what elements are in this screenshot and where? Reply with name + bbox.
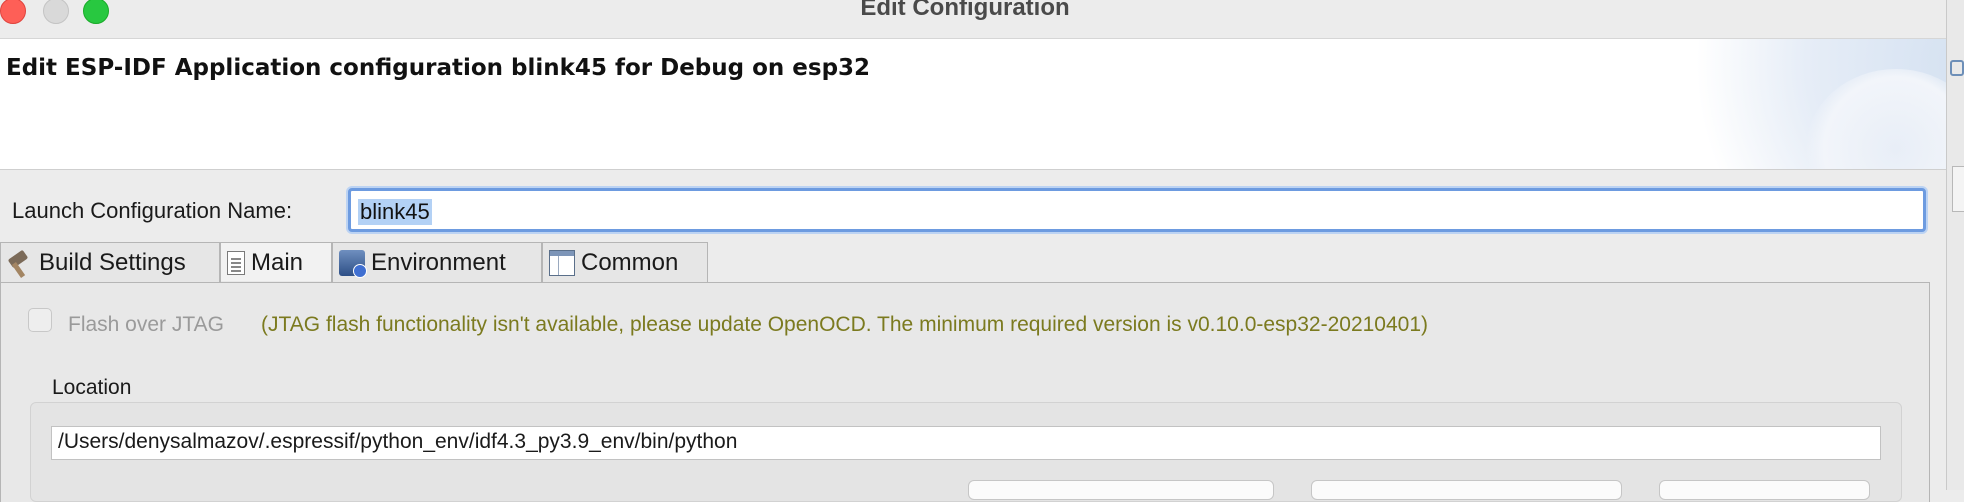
configuration-name-value: blink45 (358, 199, 432, 225)
jtag-warning-message: (JTAG flash functionality isn't availabl… (261, 313, 1429, 336)
tab-common-label: Common (581, 248, 679, 276)
tab-build-settings[interactable]: Build Settings (0, 242, 220, 282)
flash-over-jtag-label: Flash over JTAG (68, 313, 224, 336)
tab-common[interactable]: Common (542, 242, 708, 282)
environment-icon (339, 249, 367, 278)
tab-environment-label: Environment (371, 248, 506, 276)
page-icon (227, 250, 245, 275)
configuration-name-input[interactable]: blink45 (348, 188, 1926, 232)
adjacent-panel-edge (1952, 166, 1964, 212)
tab-build-settings-label: Build Settings (39, 248, 186, 276)
configuration-name-label: Launch Configuration Name: (12, 198, 293, 223)
tab-environment[interactable]: Environment (332, 242, 542, 282)
file-system-button[interactable] (1311, 480, 1622, 500)
workspace-button[interactable] (968, 480, 1274, 500)
dialog-header-title: Edit ESP-IDF Application configuration b… (6, 55, 871, 81)
hammer-icon (7, 250, 33, 276)
tab-main[interactable]: Main (220, 242, 332, 283)
table-icon (549, 249, 575, 276)
window-titlebar: Edit Configuration (0, 0, 1946, 39)
location-group-label: Location (52, 376, 132, 399)
location-input[interactable]: /Users/denysalmazov/.espressif/python_en… (51, 426, 1881, 460)
variables-button[interactable] (1659, 480, 1870, 500)
flash-over-jtag-checkbox[interactable] (28, 308, 52, 332)
window-title: Edit Configuration (860, 0, 1070, 21)
banner-divider (0, 169, 1946, 170)
header-banner: Edit ESP-IDF Application configuration b… (0, 39, 1946, 169)
lock-icon (1950, 60, 1964, 76)
tab-main-label: Main (251, 248, 304, 276)
